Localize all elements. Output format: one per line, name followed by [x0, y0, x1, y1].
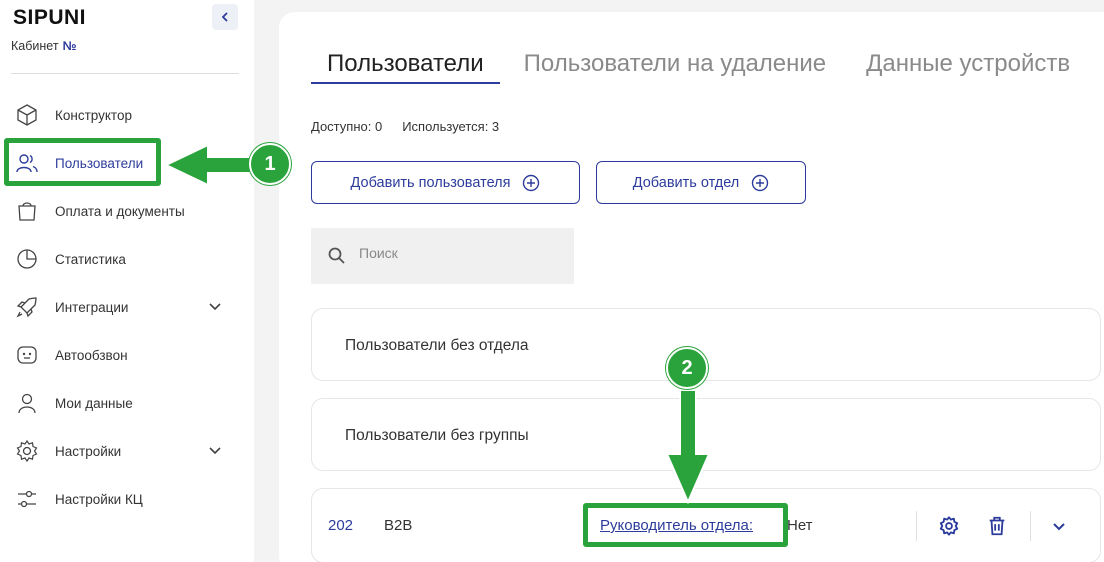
- available-count: Доступно: 0: [311, 119, 383, 134]
- sliders-icon: [18, 490, 36, 508]
- sidebar-item-cc-settings[interactable]: Настройки КЦ: [0, 475, 254, 523]
- sidebar-item-label: Настройки КЦ: [55, 491, 143, 507]
- tab-bar: Пользователи Пользователи на удаление Да…: [327, 50, 1104, 78]
- used-count: Используется: 3: [402, 119, 500, 134]
- group-title: Пользователи без группы: [345, 427, 529, 444]
- pie-chart-icon: [17, 249, 37, 269]
- highlight-box-department-head: [583, 503, 788, 547]
- plus-circle-icon: [752, 174, 769, 191]
- annotation-arrow-2: [665, 389, 711, 505]
- sidebar-item-my-data[interactable]: Мои данные: [0, 379, 254, 427]
- cabinet-label: Кабинет: [11, 39, 59, 53]
- sidebar-item-integrations[interactable]: Интеграции: [0, 283, 254, 331]
- search-box: [311, 228, 574, 284]
- sidebar: SIPUNI Кабинет № Конструктор Пользователи…: [0, 0, 254, 562]
- tab-device-data[interactable]: Данные устройств: [866, 50, 1070, 78]
- chevron-left-icon: [221, 12, 228, 22]
- chevron-down-icon[interactable]: [206, 442, 224, 460]
- divider: [916, 511, 917, 541]
- add-user-label: Добавить пользователя: [350, 174, 511, 191]
- gear-icon[interactable]: [938, 515, 960, 537]
- active-tab-indicator: [311, 82, 500, 84]
- sidebar-item-payments[interactable]: Оплата и документы: [0, 187, 254, 235]
- license-stats: Доступно: 0 Используется: 3: [311, 119, 499, 134]
- department-number[interactable]: 202: [328, 517, 353, 534]
- sidebar-item-settings[interactable]: Настройки: [0, 427, 254, 475]
- sidebar-item-constructor[interactable]: Конструктор: [0, 91, 254, 139]
- logo: SIPUNI: [13, 6, 87, 29]
- tab-users-to-delete[interactable]: Пользователи на удаление: [524, 50, 827, 78]
- cabinet-number: №: [62, 39, 77, 53]
- sidebar-item-autodial[interactable]: Автообзвон: [0, 331, 254, 379]
- collapse-sidebar-button[interactable]: [212, 4, 238, 30]
- sidebar-item-label: Конструктор: [55, 107, 132, 123]
- user-icon: [18, 393, 36, 414]
- cabinet-info: Кабинет №: [11, 39, 76, 53]
- search-icon: [328, 247, 345, 264]
- plus-circle-icon: [523, 174, 540, 191]
- sidebar-item-label: Настройки: [55, 443, 122, 459]
- annotation-arrow-1: [163, 143, 253, 187]
- trash-icon[interactable]: [986, 515, 1008, 537]
- shopping-bag-icon: [18, 202, 36, 221]
- annotation-badge-1: 1: [249, 143, 291, 185]
- rocket-icon: [16, 297, 37, 318]
- sidebar-item-label: Статистика: [55, 251, 126, 267]
- tab-users[interactable]: Пользователи: [327, 50, 484, 78]
- chevron-down-icon[interactable]: [1048, 515, 1070, 537]
- chevron-down-icon[interactable]: [206, 298, 224, 316]
- sidebar-divider: [11, 73, 239, 74]
- divider: [1030, 511, 1031, 541]
- highlight-box-users: [4, 138, 161, 186]
- sidebar-item-label: Интеграции: [55, 299, 129, 315]
- robot-icon: [17, 346, 37, 364]
- add-user-button[interactable]: Добавить пользователя: [311, 161, 580, 204]
- add-department-label: Добавить отдел: [632, 174, 740, 191]
- department-name: B2B: [384, 517, 413, 534]
- search-input[interactable]: [359, 245, 559, 261]
- add-department-button[interactable]: Добавить отдел: [596, 161, 806, 204]
- cube-icon: [17, 104, 37, 126]
- department-head-value: Нет: [787, 517, 813, 534]
- annotation-badge-2: 2: [666, 347, 708, 389]
- group-title: Пользователи без отдела: [345, 337, 529, 354]
- sidebar-item-label: Мои данные: [55, 395, 133, 411]
- sidebar-item-label: Оплата и документы: [55, 203, 185, 219]
- sidebar-item-label: Автообзвон: [55, 347, 128, 363]
- gear-icon: [16, 439, 38, 463]
- sidebar-item-statistics[interactable]: Статистика: [0, 235, 254, 283]
